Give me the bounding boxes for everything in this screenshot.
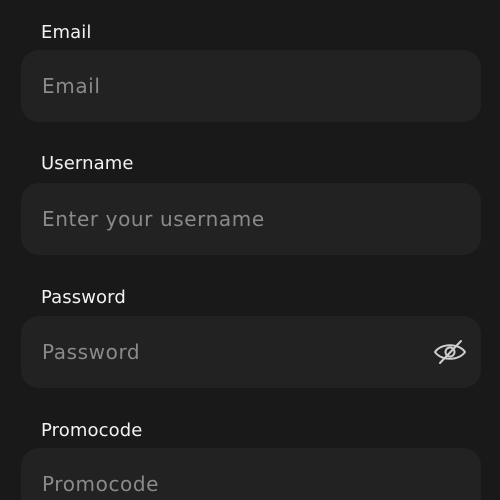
username-label: Username: [41, 153, 134, 174]
registration-form: Email Username Password Promocode: [0, 0, 500, 500]
email-label: Email: [41, 22, 92, 43]
eye-slash-icon[interactable]: [432, 338, 468, 366]
password-label: Password: [41, 287, 126, 308]
password-input[interactable]: [21, 316, 481, 388]
email-input[interactable]: [21, 50, 481, 122]
promocode-label: Promocode: [41, 420, 143, 441]
promocode-input[interactable]: [21, 448, 481, 500]
username-input[interactable]: [21, 183, 481, 255]
